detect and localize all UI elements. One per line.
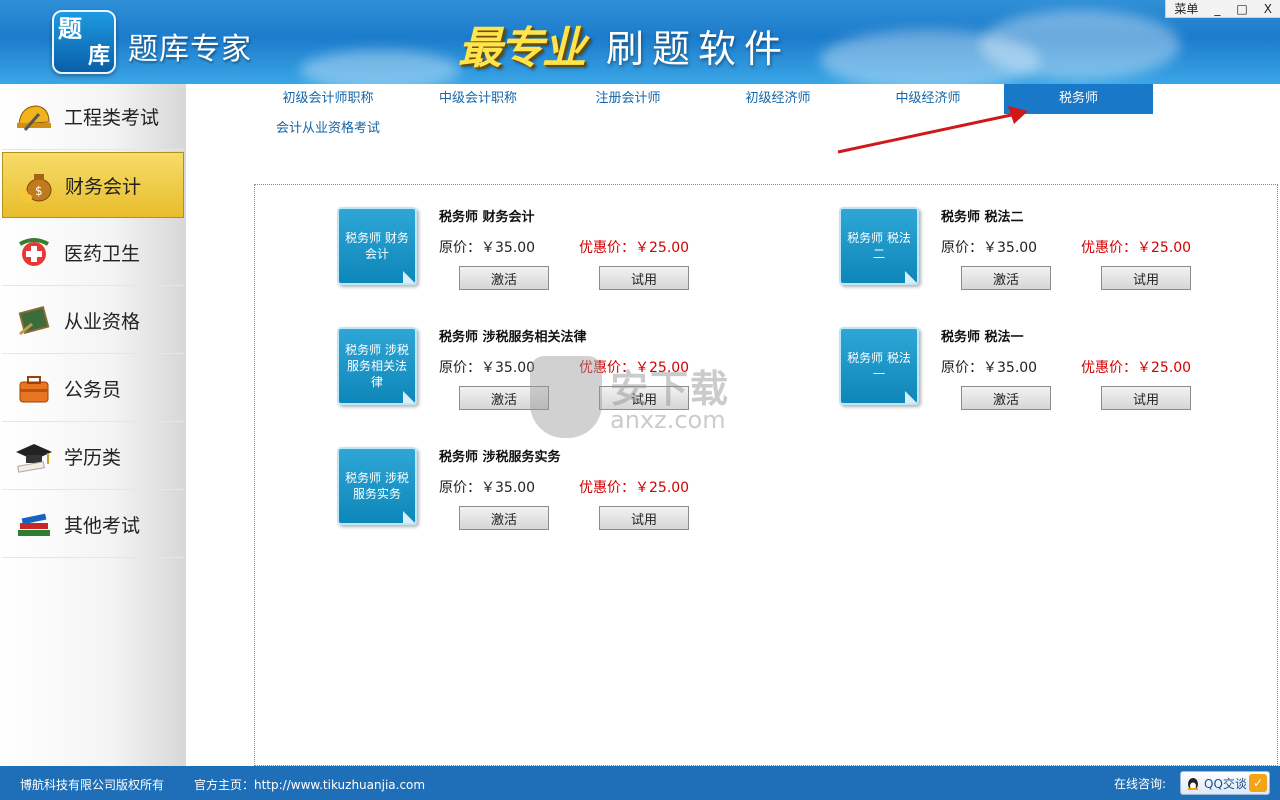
original-price: 原价：￥35.00 xyxy=(439,360,536,376)
graduation-cap-icon xyxy=(14,437,54,477)
minimize-button[interactable]: _ xyxy=(1206,0,1228,18)
activate-button[interactable]: 激活 xyxy=(459,506,549,530)
trial-button[interactable]: 试用 xyxy=(1101,266,1191,290)
brand-subtitle: 刷题软件 xyxy=(606,27,791,71)
sidebar-item-label: 医药卫生 xyxy=(64,243,141,265)
product-book-icon[interactable]: 税务师 财务会计 xyxy=(337,207,417,285)
consult-label: 在线咨询: xyxy=(1114,777,1167,791)
svg-text:$: $ xyxy=(35,184,43,198)
trial-button[interactable]: 试用 xyxy=(599,266,689,290)
page-curl xyxy=(905,271,917,283)
original-price: 原价：￥35.00 xyxy=(439,240,536,256)
watermark-text: 安下载 xyxy=(610,367,731,411)
trial-button[interactable]: 试用 xyxy=(1101,386,1191,410)
sidebar-item-qualification[interactable]: 从业资格 xyxy=(2,288,184,354)
header-cloud xyxy=(300,50,460,84)
page-curl xyxy=(403,391,415,403)
product-card: 税务师 财务会计 税务师 财务会计 原价：￥35.00 优惠价：￥25.00 激… xyxy=(337,207,697,307)
header-cloud xyxy=(980,10,1180,80)
medical-icon xyxy=(14,233,54,273)
page-curl xyxy=(905,391,917,403)
sale-price: 优惠价：￥25.00 xyxy=(579,480,690,496)
sale-price: 优惠价：￥25.00 xyxy=(1081,360,1192,376)
watermark-url: anxz.com xyxy=(610,406,726,434)
shield-icon xyxy=(530,356,602,438)
sidebar-item-other[interactable]: 其他考试 xyxy=(2,492,184,558)
original-price: 原价：￥35.00 xyxy=(941,360,1038,376)
product-icon-label: 税务师 涉税服务实务 xyxy=(345,471,409,501)
sidebar-item-label: 从业资格 xyxy=(64,311,141,333)
sidebar-item-label: 公务员 xyxy=(64,379,122,401)
qq-chat-button[interactable]: QQ交谈 ✓ xyxy=(1180,771,1270,795)
sidebar-item-label: 工程类考试 xyxy=(64,107,160,129)
trial-button[interactable]: 试用 xyxy=(599,506,689,530)
product-icon-label: 税务师 涉税服务相关法律 xyxy=(345,343,409,389)
logo-char-1: 题 xyxy=(58,15,82,43)
tab-cpa[interactable]: 注册会计师 xyxy=(554,84,702,114)
product-title: 税务师 税法二 xyxy=(941,210,1024,225)
sidebar-item-label: 财务会计 xyxy=(65,175,142,198)
qq-penguin-icon xyxy=(1188,778,1198,790)
logo-char-2: 库 xyxy=(87,44,110,69)
product-panel: 税务师 财务会计 税务师 财务会计 原价：￥35.00 优惠价：￥25.00 激… xyxy=(254,184,1278,766)
page-curl xyxy=(403,511,415,523)
briefcase-icon xyxy=(14,369,54,409)
product-icon-label: 税务师 税法一 xyxy=(847,351,911,381)
menu-button[interactable]: 菜单 xyxy=(1166,0,1206,18)
product-title: 税务师 涉税服务相关法律 xyxy=(439,330,587,345)
product-book-icon[interactable]: 税务师 涉税服务相关法律 xyxy=(337,327,417,405)
sidebar-item-education[interactable]: 学历类 xyxy=(2,424,184,490)
product-card: 税务师 涉税服务实务 税务师 涉税服务实务 原价：￥35.00 优惠价：￥25.… xyxy=(337,447,697,547)
product-title: 税务师 涉税服务实务 xyxy=(439,450,561,465)
status-footer: 博航科技有限公司版权所有 官方主页：http://www.tikuzhuanji… xyxy=(0,766,1280,800)
original-price: 原价：￥35.00 xyxy=(439,480,536,496)
product-book-icon[interactable]: 税务师 税法二 xyxy=(839,207,919,285)
sale-price: 优惠价：￥25.00 xyxy=(1081,240,1192,256)
sidebar-item-engineering[interactable]: 工程类考试 xyxy=(2,84,184,150)
red-arrow-annotation xyxy=(837,106,1028,154)
certificate-icon xyxy=(14,301,54,341)
product-book-icon[interactable]: 税务师 税法一 xyxy=(839,327,919,405)
watermark: 安下载 anxz.com xyxy=(530,356,760,446)
copyright-text: 博航科技有限公司版权所有 xyxy=(20,778,165,792)
product-card: 税务师 税法二 税务师 税法二 原价：￥35.00 优惠价：￥25.00 激活 … xyxy=(839,207,1199,307)
product-title: 税务师 税法一 xyxy=(941,330,1024,345)
tab-intermediate-accountant[interactable]: 中级会计职称 xyxy=(404,84,552,114)
app-header: 题 库 题库专家 最专业 刷题软件 菜单 _ □ X xyxy=(0,0,1280,84)
activate-button[interactable]: 激活 xyxy=(961,266,1051,290)
category-sidebar: 工程类考试 $ 财务会计 医药卫生 从业资格 公务员 学历类 其他考试 xyxy=(0,84,186,766)
app-logo: 题 库 xyxy=(52,10,116,74)
hardhat-icon xyxy=(14,97,54,137)
close-button[interactable]: X xyxy=(1256,0,1280,18)
sidebar-item-label: 学历类 xyxy=(64,447,122,469)
sidebar-item-finance[interactable]: $ 财务会计 xyxy=(2,152,184,218)
product-title: 税务师 财务会计 xyxy=(439,210,535,225)
original-price: 原价：￥35.00 xyxy=(941,240,1038,256)
checkmark-icon: ✓ xyxy=(1249,774,1267,792)
product-book-icon[interactable]: 税务师 涉税服务实务 xyxy=(337,447,417,525)
qq-chat-label: QQ交谈 xyxy=(1204,776,1247,791)
tab-junior-accountant[interactable]: 初级会计师职称 xyxy=(254,84,402,114)
product-icon-label: 税务师 税法二 xyxy=(847,231,911,261)
window-controls: 菜单 _ □ X xyxy=(1165,0,1280,18)
page-curl xyxy=(403,271,415,283)
activate-button[interactable]: 激活 xyxy=(459,266,549,290)
sale-price: 优惠价：￥25.00 xyxy=(579,240,690,256)
money-bag-icon: $ xyxy=(15,165,55,205)
website-link[interactable]: 官方主页：http://www.tikuzhuanjia.com xyxy=(194,776,425,793)
sidebar-item-civil-servant[interactable]: 公务员 xyxy=(2,356,184,422)
product-card: 税务师 税法一 税务师 税法一 原价：￥35.00 优惠价：￥25.00 激活 … xyxy=(839,327,1199,427)
tab-accounting-qualification[interactable]: 会计从业资格考试 xyxy=(254,114,402,144)
brand-logo-text: 最专业 xyxy=(458,23,586,74)
maximize-button[interactable]: □ xyxy=(1228,0,1255,18)
sidebar-item-label: 其他考试 xyxy=(64,515,141,537)
app-title: 题库专家 xyxy=(128,32,252,67)
books-icon xyxy=(14,505,54,545)
product-icon-label: 税务师 财务会计 xyxy=(345,231,409,261)
activate-button[interactable]: 激活 xyxy=(961,386,1051,410)
sidebar-item-medical[interactable]: 医药卫生 xyxy=(2,220,184,286)
